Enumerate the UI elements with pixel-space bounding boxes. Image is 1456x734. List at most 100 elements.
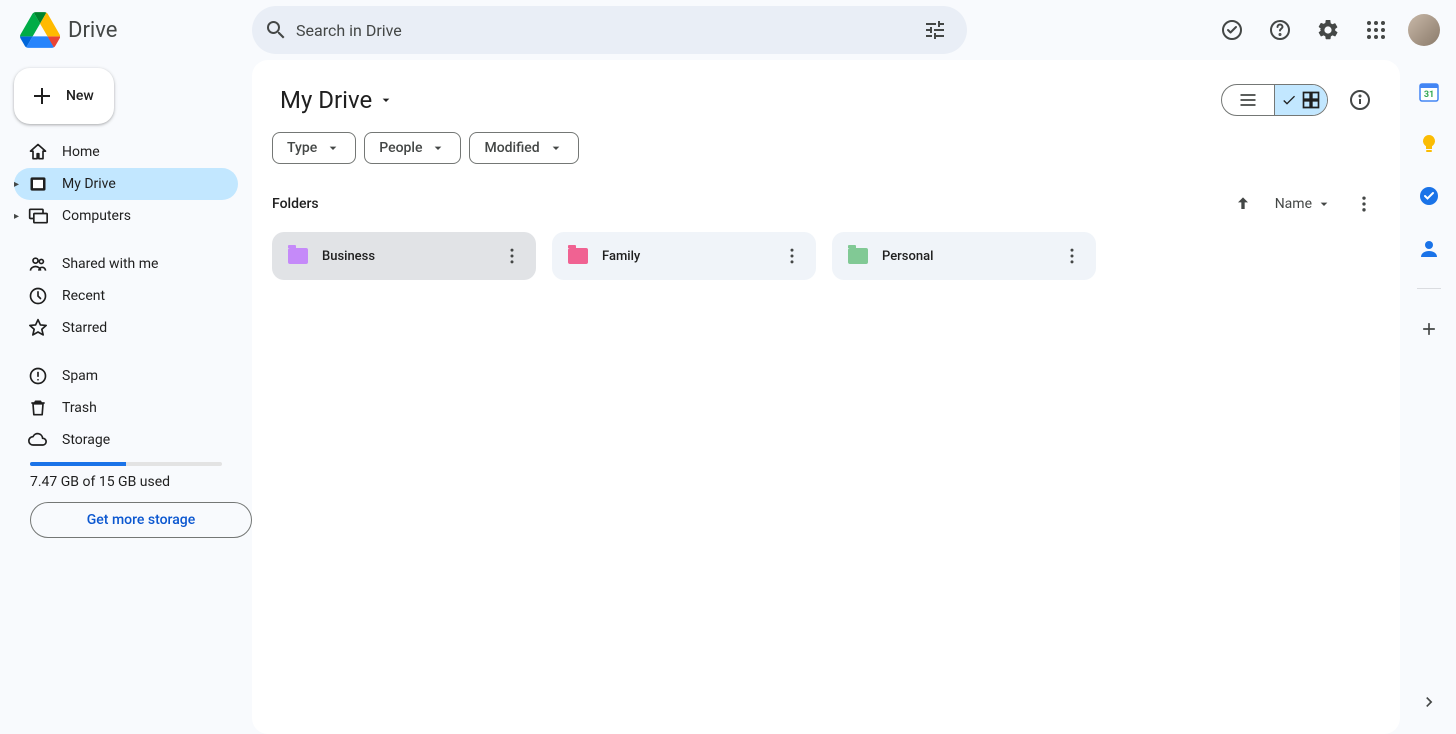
storage-icon: [28, 430, 48, 450]
get-more-storage-button[interactable]: Get more storage: [30, 502, 252, 538]
search-options-button[interactable]: [915, 10, 955, 50]
sidebar-item-spam[interactable]: Spam: [14, 360, 238, 392]
ready-offline-button[interactable]: [1212, 10, 1252, 50]
sidebar-item-label: Spam: [62, 368, 98, 384]
search-input[interactable]: [296, 21, 915, 40]
sidebar-item-label: Computers: [62, 208, 131, 224]
offline-ready-icon: [1220, 18, 1244, 42]
caret-down-icon: [325, 140, 341, 156]
apps-grid-icon: [1364, 18, 1388, 42]
caret-down-icon: [1316, 196, 1332, 212]
logo-area[interactable]: Drive: [12, 10, 252, 50]
filter-chip-modified[interactable]: Modified: [469, 132, 578, 164]
chevron-right-icon: [1419, 692, 1439, 712]
keep-icon: [1419, 134, 1439, 154]
grid-view-button[interactable]: [1275, 85, 1327, 115]
details-button[interactable]: [1340, 80, 1380, 120]
folder-card[interactable]: Business: [272, 232, 536, 280]
tune-icon: [923, 18, 947, 42]
more-vert-icon: [1062, 246, 1082, 266]
header: Drive: [0, 0, 1456, 60]
folder-grid: Business Family Personal: [272, 232, 1380, 280]
page-title: My Drive: [280, 86, 372, 114]
storage-bar: [30, 462, 222, 466]
sidebar-item-home[interactable]: Home: [14, 136, 238, 168]
list-view-button[interactable]: [1222, 85, 1274, 115]
search-icon: [264, 18, 288, 42]
plus-icon: [1419, 319, 1439, 339]
apps-button[interactable]: [1356, 10, 1396, 50]
sidepanel-calendar[interactable]: 31: [1409, 72, 1449, 112]
sort-by-button[interactable]: Name: [1267, 192, 1340, 216]
content-area: My Drive TypePeopleModifi: [252, 60, 1400, 734]
more-vert-icon: [502, 246, 522, 266]
chip-label: People: [379, 140, 422, 156]
storage-text: 7.47 GB of 15 GB used: [30, 474, 222, 490]
sidebar-item-storage[interactable]: Storage: [14, 424, 238, 456]
filter-chip-people[interactable]: People: [364, 132, 461, 164]
tasks-icon: [1419, 186, 1439, 206]
sidebar-item-label: Storage: [62, 432, 110, 448]
folder-menu-button[interactable]: [1056, 240, 1088, 272]
sidebar-item-starred[interactable]: Starred: [14, 312, 238, 344]
computers-icon: [28, 206, 48, 226]
recent-icon: [28, 286, 48, 306]
location-title[interactable]: My Drive: [272, 82, 402, 118]
folder-icon: [848, 248, 868, 264]
new-button[interactable]: New: [14, 68, 114, 124]
folder-icon: [568, 248, 588, 264]
sidebar-item-trash[interactable]: Trash: [14, 392, 238, 424]
sort-direction-button[interactable]: [1227, 188, 1259, 220]
contacts-icon: [1419, 238, 1439, 258]
more-options-button[interactable]: [1348, 188, 1380, 220]
folder-menu-button[interactable]: [496, 240, 528, 272]
sidepanel-collapse[interactable]: [1409, 682, 1449, 722]
sidebar-item-label: My Drive: [62, 176, 116, 192]
sidebar-item-recent[interactable]: Recent: [14, 280, 238, 312]
sidebar-item-drive[interactable]: ▸ My Drive: [14, 168, 238, 200]
folder-name: Business: [322, 249, 496, 264]
sidebar-item-label: Trash: [62, 400, 97, 416]
caret-down-icon: [548, 140, 564, 156]
folder-card[interactable]: Personal: [832, 232, 1096, 280]
sidepanel-keep[interactable]: [1409, 124, 1449, 164]
sidebar-item-shared[interactable]: Shared with me: [14, 248, 238, 280]
folder-card[interactable]: Family: [552, 232, 816, 280]
sidepanel-add[interactable]: [1409, 309, 1449, 349]
plus-icon: [30, 84, 54, 108]
expand-icon[interactable]: ▸: [14, 211, 26, 222]
sidebar-item-label: Starred: [62, 320, 107, 336]
expand-icon[interactable]: ▸: [14, 179, 26, 190]
filter-row: Type People Modified: [272, 132, 1380, 164]
sidebar-item-label: Home: [62, 144, 100, 160]
check-icon: [1281, 92, 1297, 108]
account-avatar[interactable]: [1408, 14, 1440, 46]
grid-icon: [1301, 90, 1321, 110]
help-icon: [1268, 18, 1292, 42]
support-button[interactable]: [1260, 10, 1300, 50]
filter-chip-type[interactable]: Type: [272, 132, 356, 164]
sidepanel-contacts[interactable]: [1409, 228, 1449, 268]
chip-label: Modified: [484, 140, 539, 156]
sidebar-item-computers[interactable]: ▸ Computers: [14, 200, 238, 232]
folder-icon: [288, 248, 308, 264]
sidebar-item-label: Shared with me: [62, 256, 158, 272]
section-label: Folders: [272, 196, 319, 212]
list-icon: [1238, 90, 1258, 110]
trash-icon: [28, 398, 48, 418]
drive-icon: [28, 174, 48, 194]
folder-name: Family: [602, 249, 776, 264]
settings-button[interactable]: [1308, 10, 1348, 50]
sidepanel-tasks[interactable]: [1409, 176, 1449, 216]
search-bar[interactable]: [252, 6, 967, 54]
view-toggle: [1221, 84, 1328, 116]
caret-down-icon: [430, 140, 446, 156]
folder-menu-button[interactable]: [776, 240, 808, 272]
more-vert-icon: [782, 246, 802, 266]
info-icon: [1348, 88, 1372, 112]
chip-label: Type: [287, 140, 317, 156]
sort-by-label: Name: [1275, 196, 1312, 212]
sidebar-item-label: Recent: [62, 288, 105, 304]
drive-logo-icon: [20, 10, 60, 50]
spam-icon: [28, 366, 48, 386]
